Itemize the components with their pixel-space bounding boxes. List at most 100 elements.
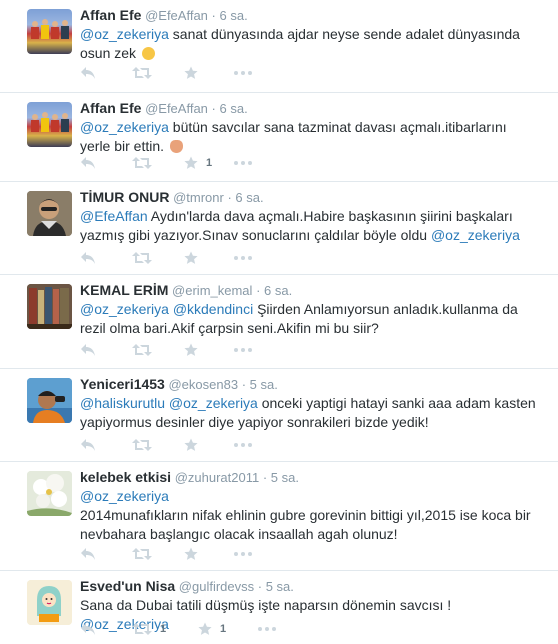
- mention-link[interactable]: @oz_zekeriya: [431, 227, 520, 243]
- separator: ·: [241, 377, 247, 392]
- tweet-header: kelebek etkisi @zuhurat2011 · 5 sa.: [80, 468, 299, 487]
- author-name[interactable]: Yeniceri1453: [80, 376, 165, 392]
- tweet[interactable]: KEMAL ERİM @erim_kemal · 6 sa. @oz_zeker…: [0, 275, 558, 369]
- tweet[interactable]: Affan Efe @EfeAffan · 6 sa. @oz_zekeriya…: [0, 93, 558, 182]
- author-name[interactable]: Esved'un Nisa: [80, 578, 175, 594]
- reply-button[interactable]: [80, 438, 96, 452]
- tweet[interactable]: Affan Efe @EfeAffan · 6 sa. @oz_zekeriya…: [0, 0, 558, 93]
- tweet[interactable]: TİMUR ONUR @tmronr · 6 sa. @EfeAffan Ayd…: [0, 182, 558, 275]
- more-options-button[interactable]: [234, 443, 252, 447]
- separator: ·: [256, 283, 261, 298]
- mention-link[interactable]: @oz_zekeriya: [80, 488, 169, 504]
- favorite-button[interactable]: [184, 251, 206, 265]
- timestamp[interactable]: 6 sa.: [235, 190, 263, 205]
- retweet-button[interactable]: [132, 156, 160, 170]
- timestamp[interactable]: 5 sa.: [271, 470, 299, 485]
- author-handle[interactable]: @ekosen83: [168, 377, 238, 392]
- tweet-text: @EfeAffan Aydın'larda dava açmalı.Habire…: [80, 207, 540, 245]
- author-name[interactable]: Affan Efe: [80, 7, 141, 23]
- author-handle[interactable]: @zuhurat2011: [175, 470, 260, 485]
- mention-link[interactable]: @kkdendinci: [173, 301, 253, 317]
- author-name[interactable]: KEMAL ERİM: [80, 282, 168, 298]
- more-options-icon: [234, 161, 252, 165]
- retweet-button[interactable]: [132, 251, 160, 265]
- retweet-icon: [132, 66, 152, 80]
- tweet[interactable]: kelebek etkisi @zuhurat2011 · 5 sa. @oz_…: [0, 462, 558, 571]
- more-options-button[interactable]: [258, 627, 276, 631]
- timestamp[interactable]: 6 sa.: [220, 8, 248, 23]
- smiling-face-emoji-icon: [141, 47, 155, 60]
- favorite-star-icon: [184, 547, 198, 561]
- mention-link[interactable]: @EfeAffan: [80, 208, 148, 224]
- mention-link[interactable]: @oz_zekeriya: [80, 26, 169, 42]
- more-options-button[interactable]: [234, 552, 252, 556]
- more-options-button[interactable]: [234, 161, 252, 165]
- favorite-star-icon: [184, 251, 198, 265]
- tweet-body: Sana da Dubai tatili düşmüş işte naparsı…: [80, 597, 452, 613]
- avatar[interactable]: [27, 102, 72, 147]
- retweet-button[interactable]: 1: [132, 622, 166, 636]
- timestamp[interactable]: 6 sa.: [264, 283, 292, 298]
- retweet-icon: [132, 622, 152, 636]
- avatar[interactable]: [27, 191, 72, 236]
- favorite-star-icon: [198, 622, 212, 636]
- retweet-icon: [132, 251, 152, 265]
- reply-button[interactable]: [80, 547, 96, 561]
- author-handle[interactable]: @erim_kemal: [172, 283, 252, 298]
- tweet[interactable]: Yeniceri1453 @ekosen83 · 5 sa. @haliskur…: [0, 369, 558, 462]
- favorite-button[interactable]: [184, 547, 206, 561]
- retweet-button[interactable]: [132, 547, 160, 561]
- retweet-button[interactable]: [132, 343, 160, 357]
- reply-button[interactable]: [80, 343, 96, 357]
- author-handle[interactable]: @tmronr: [173, 190, 224, 205]
- tweet-header: Affan Efe @EfeAffan · 6 sa.: [80, 99, 248, 118]
- tweet-header: Yeniceri1453 @ekosen83 · 5 sa.: [80, 375, 278, 394]
- more-options-button[interactable]: [234, 256, 252, 260]
- tweet-header: TİMUR ONUR @tmronr · 6 sa.: [80, 188, 264, 207]
- retweet-count: 1: [160, 623, 167, 635]
- timestamp[interactable]: 5 sa.: [250, 377, 278, 392]
- avatar[interactable]: [27, 378, 72, 423]
- tweet-text: @oz_zekeriya sanat dünyasında ajdar neys…: [80, 25, 540, 63]
- avatar[interactable]: [27, 471, 72, 516]
- author-name[interactable]: Affan Efe: [80, 100, 141, 116]
- more-options-button[interactable]: [234, 348, 252, 352]
- tweet-header: Affan Efe @EfeAffan · 6 sa.: [80, 6, 248, 25]
- avatar[interactable]: [27, 284, 72, 329]
- timestamp[interactable]: 6 sa.: [220, 101, 248, 116]
- more-options-icon: [234, 71, 252, 75]
- reply-icon: [80, 547, 96, 561]
- reply-button[interactable]: [80, 66, 96, 80]
- reply-button[interactable]: [80, 251, 96, 265]
- avatar[interactable]: [27, 580, 72, 625]
- reply-button[interactable]: [80, 156, 96, 170]
- reply-icon: [80, 66, 96, 80]
- favorite-button[interactable]: 1: [184, 156, 212, 170]
- separator: ·: [211, 101, 216, 116]
- favorite-button[interactable]: [184, 66, 206, 80]
- reply-icon: [80, 156, 96, 170]
- mention-link[interactable]: @oz_zekeriya: [80, 301, 169, 317]
- favorite-button[interactable]: 1: [198, 622, 226, 636]
- retweet-button[interactable]: [132, 438, 160, 452]
- author-handle[interactable]: @EfeAffan: [145, 8, 208, 23]
- retweet-icon: [132, 438, 152, 452]
- mention-link[interactable]: @oz_zekeriya: [169, 395, 258, 411]
- favorite-button[interactable]: [184, 343, 206, 357]
- favorite-star-icon: [184, 438, 198, 452]
- reply-button[interactable]: [80, 622, 96, 636]
- author-handle[interactable]: @gulfirdevss: [179, 579, 254, 594]
- tweet[interactable]: Esved'un Nisa @gulfirdevss · 5 sa. Sana …: [0, 571, 558, 644]
- author-handle[interactable]: @EfeAffan: [145, 101, 208, 116]
- more-options-icon: [234, 552, 252, 556]
- timestamp[interactable]: 5 sa.: [266, 579, 294, 594]
- avatar[interactable]: [27, 9, 72, 54]
- more-options-button[interactable]: [234, 71, 252, 75]
- author-name[interactable]: TİMUR ONUR: [80, 189, 169, 205]
- mention-link[interactable]: @oz_zekeriya: [80, 119, 169, 135]
- favorite-button[interactable]: [184, 438, 206, 452]
- tweet-header: Esved'un Nisa @gulfirdevss · 5 sa.: [80, 577, 294, 596]
- retweet-button[interactable]: [132, 66, 160, 80]
- author-name[interactable]: kelebek etkisi: [80, 469, 171, 485]
- mention-link[interactable]: @haliskurutlu: [80, 395, 165, 411]
